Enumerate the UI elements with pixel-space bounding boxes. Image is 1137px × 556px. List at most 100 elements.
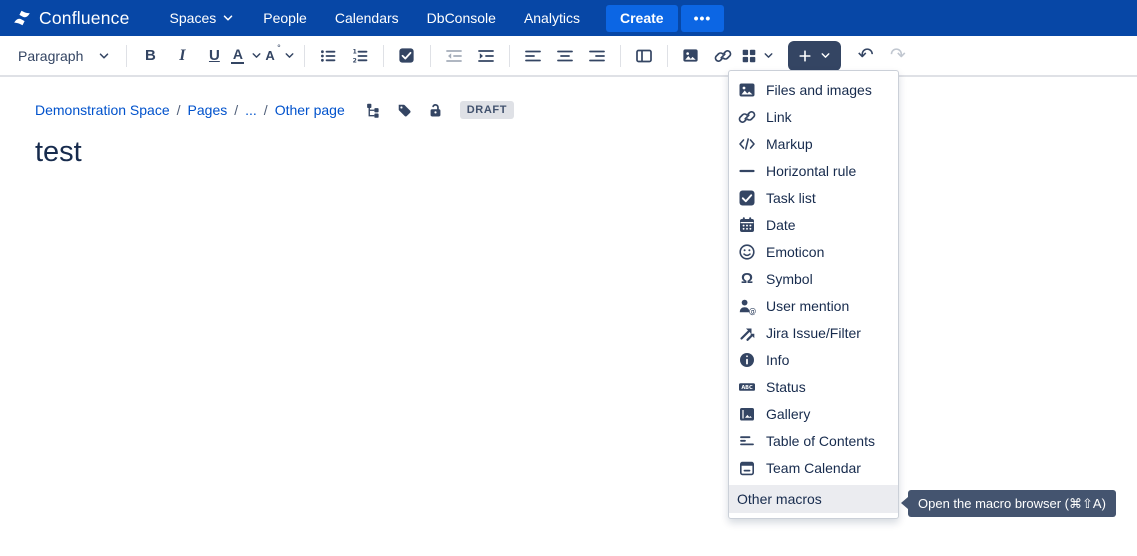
insert-more-content-button[interactable] xyxy=(788,41,841,71)
menu-item-date[interactable]: Date xyxy=(729,211,898,238)
nav-item-people[interactable]: People xyxy=(249,0,321,36)
table-of-contents-icon xyxy=(737,431,757,451)
redo-icon: ↷ xyxy=(890,46,906,65)
menu-item-table-of-contents[interactable]: Table of Contents xyxy=(729,427,898,454)
info-icon xyxy=(737,350,757,370)
toolbar-separator xyxy=(430,45,431,67)
menu-item-user-mention[interactable]: @ User mention xyxy=(729,292,898,319)
svg-text:@: @ xyxy=(749,306,757,315)
svg-text:ABC: ABC xyxy=(741,384,753,390)
task-list-icon xyxy=(737,188,757,208)
indent-button[interactable] xyxy=(471,41,501,71)
breadcrumb-item-pages[interactable]: Pages xyxy=(188,102,228,118)
link-icon xyxy=(737,107,757,127)
date-icon xyxy=(737,215,757,235)
jira-icon xyxy=(737,323,757,343)
emoticon-icon xyxy=(737,242,757,262)
breadcrumb-item-space[interactable]: Demonstration Space xyxy=(35,102,170,118)
paragraph-style-dropdown[interactable]: Paragraph xyxy=(10,41,119,71)
bold-button[interactable]: B xyxy=(135,41,165,71)
page-title[interactable]: test xyxy=(35,136,1137,169)
confluence-brand[interactable]: Confluence xyxy=(12,8,130,29)
more-formatting-button[interactable]: A° xyxy=(265,41,295,71)
menu-item-info[interactable]: Info xyxy=(729,346,898,373)
breadcrumb-separator: / xyxy=(234,102,238,118)
create-button[interactable]: Create xyxy=(606,5,678,32)
undo-icon: ↶ xyxy=(858,46,874,65)
breadcrumb-separator: / xyxy=(264,102,268,118)
task-list-button[interactable] xyxy=(392,41,422,71)
insert-link-button[interactable] xyxy=(708,41,738,71)
tooltip-arrow xyxy=(901,497,908,509)
align-right-icon xyxy=(587,46,607,66)
page-layout-icon xyxy=(634,46,654,66)
color-swatch xyxy=(231,62,244,65)
plus-icon xyxy=(797,48,813,64)
nav-more-button[interactable]: ••• xyxy=(681,5,725,32)
breadcrumb-item-other-page[interactable]: Other page xyxy=(275,102,345,118)
insert-dropdown-menu: Files and images Link Markup Horizontal … xyxy=(728,70,899,519)
status-icon: ABC xyxy=(737,377,757,397)
menu-item-status[interactable]: ABC Status xyxy=(729,373,898,400)
breadcrumb-item-ellipsis[interactable]: ... xyxy=(245,102,257,118)
redo-button[interactable]: ↷ xyxy=(883,41,913,71)
macro-browser-tooltip: Open the macro browser (⌘⇧A) xyxy=(908,490,1116,517)
insert-image-button[interactable] xyxy=(676,41,706,71)
menu-item-gallery[interactable]: Gallery xyxy=(729,400,898,427)
page-tree-location-icon[interactable] xyxy=(365,102,382,119)
text-color-button[interactable]: A xyxy=(231,41,263,71)
menu-item-task-list[interactable]: Task list xyxy=(729,184,898,211)
undo-button[interactable]: ↶ xyxy=(851,41,881,71)
image-icon xyxy=(681,46,700,65)
align-center-button[interactable] xyxy=(550,41,580,71)
menu-item-files-and-images[interactable]: Files and images xyxy=(729,76,898,103)
chevron-down-icon xyxy=(819,49,832,62)
insert-table-button[interactable] xyxy=(740,41,775,71)
menu-item-other-macros[interactable]: Other macros xyxy=(729,485,898,513)
numbered-list-button[interactable]: 12 xyxy=(345,41,375,71)
chevron-down-icon xyxy=(762,49,775,62)
menu-item-markup[interactable]: Markup xyxy=(729,130,898,157)
top-navbar: Confluence Spaces People Calendars DbCon… xyxy=(0,0,1137,36)
outdent-button[interactable] xyxy=(439,41,469,71)
menu-item-link[interactable]: Link xyxy=(729,103,898,130)
align-left-button[interactable] xyxy=(518,41,548,71)
toolbar-separator xyxy=(383,45,384,67)
chevron-down-icon xyxy=(97,49,111,63)
nav-item-dbconsole[interactable]: DbConsole xyxy=(413,0,510,36)
menu-item-team-calendar[interactable]: Team Calendar xyxy=(729,454,898,481)
bullet-list-icon xyxy=(318,46,338,66)
confluence-logo-icon xyxy=(12,8,32,28)
nav-item-analytics[interactable]: Analytics xyxy=(510,0,594,36)
table-icon xyxy=(740,47,758,65)
svg-text:2: 2 xyxy=(352,57,356,64)
bullet-list-button[interactable] xyxy=(313,41,343,71)
labels-tag-icon[interactable] xyxy=(396,102,413,119)
toolbar-separator xyxy=(126,45,127,67)
align-right-button[interactable] xyxy=(582,41,612,71)
menu-item-horizontal-rule[interactable]: Horizontal rule xyxy=(729,157,898,184)
horizontal-rule-icon xyxy=(737,161,757,181)
chevron-down-icon xyxy=(283,49,296,62)
menu-item-emoticon[interactable]: Emoticon xyxy=(729,238,898,265)
link-icon xyxy=(713,46,733,66)
menu-item-jira-issue-filter[interactable]: Jira Issue/Filter xyxy=(729,319,898,346)
toolbar-separator xyxy=(304,45,305,67)
task-list-icon xyxy=(397,46,416,65)
nav-item-spaces[interactable]: Spaces xyxy=(156,0,250,36)
menu-item-symbol[interactable]: Ω Symbol xyxy=(729,265,898,292)
underline-button[interactable]: U xyxy=(199,41,229,71)
markup-icon xyxy=(737,134,757,154)
unlock-restrictions-icon[interactable] xyxy=(427,102,444,119)
gallery-icon xyxy=(737,404,757,424)
breadcrumb: Demonstration Space / Pages / ... / Othe… xyxy=(35,100,1137,120)
page-layout-button[interactable] xyxy=(629,41,659,71)
draft-status-badge: DRAFT xyxy=(460,101,514,119)
italic-button[interactable]: I xyxy=(167,41,197,71)
toolbar-separator xyxy=(620,45,621,67)
align-left-icon xyxy=(523,46,543,66)
chevron-down-icon xyxy=(221,11,235,25)
nav-item-calendars[interactable]: Calendars xyxy=(321,0,413,36)
superscript-mark: ° xyxy=(277,43,281,53)
svg-text:1: 1 xyxy=(352,48,356,55)
